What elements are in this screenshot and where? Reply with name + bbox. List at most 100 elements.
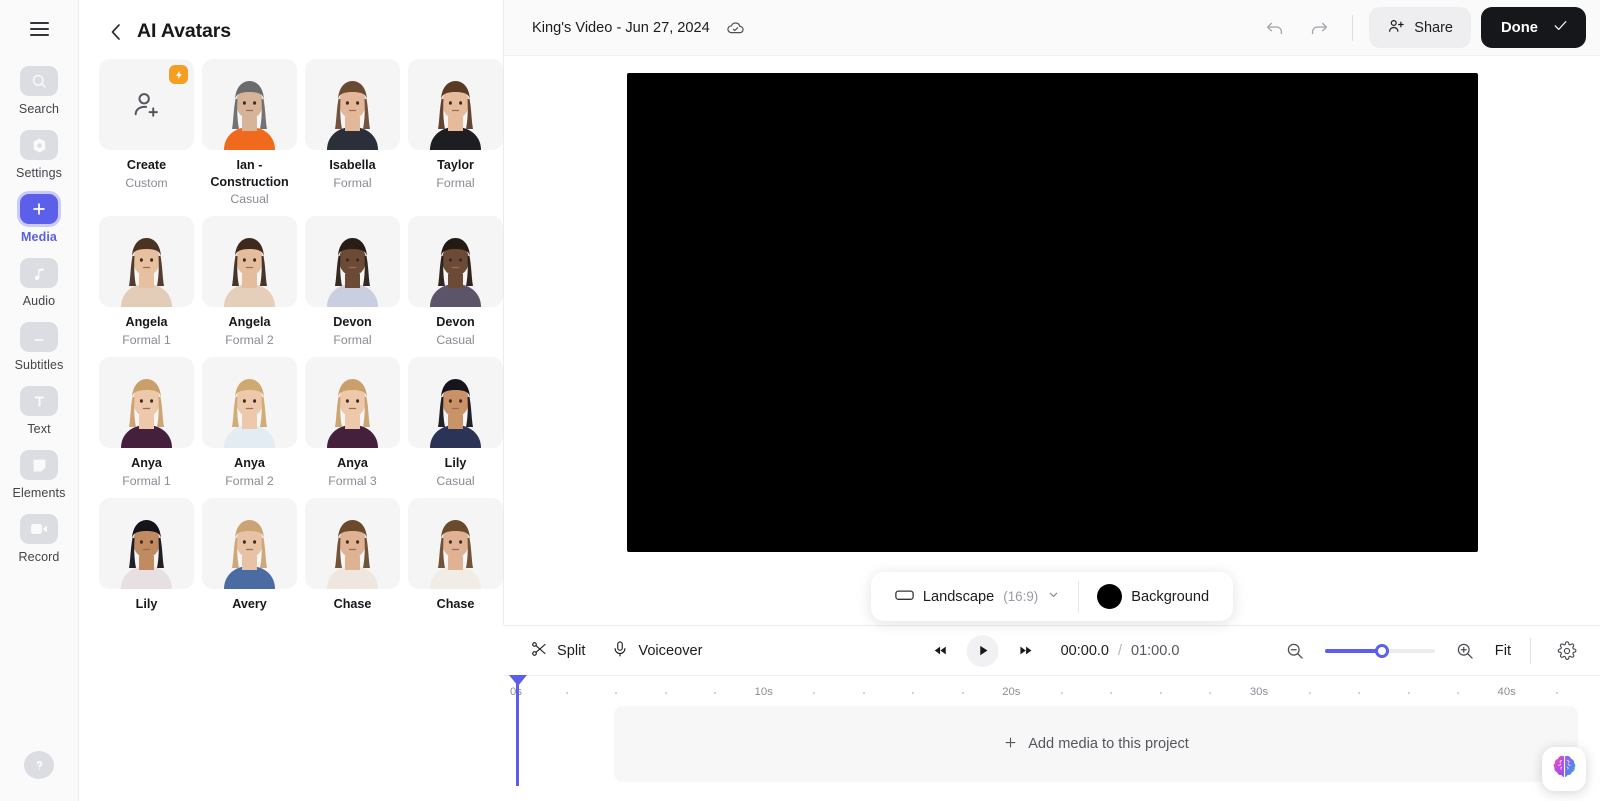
plus-icon xyxy=(1003,735,1018,754)
rectangle-icon xyxy=(895,588,914,606)
avatar-card[interactable]: Chase xyxy=(305,498,400,614)
zoom-slider[interactable] xyxy=(1324,643,1435,658)
avatar-thumbnail xyxy=(202,216,297,308)
avatar-thumbnail xyxy=(305,498,400,590)
avatar-card[interactable]: Chase xyxy=(408,498,503,614)
playhead[interactable] xyxy=(508,675,527,786)
hamburger-icon[interactable] xyxy=(22,12,56,46)
rail-item-search[interactable]: Search xyxy=(0,58,79,122)
avatar-name: Angela xyxy=(228,315,271,330)
avatar-card[interactable]: Create Custom xyxy=(99,59,194,208)
ruler-tick xyxy=(664,692,667,694)
fit-button[interactable]: Fit xyxy=(1495,643,1511,659)
ruler-label: 40s xyxy=(1497,686,1516,698)
rail-item-audio[interactable]: Audio xyxy=(0,250,79,314)
avatar-card[interactable]: Devon Casual xyxy=(408,216,503,349)
ruler-tick xyxy=(565,692,568,694)
avatar-thumbnail xyxy=(202,498,297,590)
avatar-thumbnail xyxy=(99,498,194,590)
avatar-card[interactable]: Avery xyxy=(202,498,297,614)
chevron-down-icon xyxy=(1047,588,1060,605)
ruler-tick xyxy=(862,692,865,694)
avatar-caption: Devon Casual xyxy=(408,314,503,349)
left-rail: Search Settings Media Audio Subtitles Text Ele… xyxy=(0,0,79,801)
avatar-thumbnail xyxy=(408,357,503,449)
share-label: Share xyxy=(1414,19,1453,36)
playhead-handle[interactable] xyxy=(508,675,527,686)
avatar-name: Anya xyxy=(131,456,162,471)
zoom-slider-knob[interactable] xyxy=(1374,643,1389,658)
cloud-check-icon xyxy=(726,18,745,37)
avatar-caption: Angela Formal 1 xyxy=(99,314,194,349)
back-button[interactable] xyxy=(107,23,125,41)
share-button[interactable]: Share xyxy=(1369,7,1471,48)
main-area: King's Video - Jun 27, 2024 Share Done L… xyxy=(504,0,1600,801)
rail-item-text[interactable]: Text xyxy=(0,378,79,442)
aspect-ratio-selector[interactable]: Landscape (16:9) xyxy=(877,577,1078,617)
avatar-thumbnail xyxy=(305,216,400,308)
avatar-card[interactable]: Ian - Construction Casual xyxy=(202,59,297,208)
avatar-caption: Lily Casual xyxy=(408,455,503,490)
avatar-thumbnail xyxy=(99,216,194,308)
ai-avatars-panel: AI Avatars Create Custom Ian - Constructio… xyxy=(79,0,504,625)
avatar-card[interactable]: Lily xyxy=(99,498,194,614)
undo-button[interactable] xyxy=(1258,11,1292,45)
avatar-style: Casual xyxy=(436,473,475,488)
ruler-label: 20s xyxy=(1002,686,1021,698)
timeline-ruler[interactable]: 0s10s20s30s40s50s1m xyxy=(504,675,1600,786)
avatar-name: Avery xyxy=(232,597,267,612)
zoom-out-icon[interactable] xyxy=(1278,634,1312,668)
ruler-tick xyxy=(1556,692,1559,694)
rail-item-media[interactable]: Media xyxy=(0,186,79,250)
rail-item-subtitles[interactable]: Subtitles xyxy=(0,314,79,378)
avatar-name: Taylor xyxy=(437,158,474,172)
help-button[interactable] xyxy=(24,751,54,779)
avatar-card[interactable]: Taylor Formal xyxy=(408,59,503,208)
ruler-tick xyxy=(912,692,915,694)
rewind-button[interactable] xyxy=(925,636,955,666)
ruler-tick xyxy=(1407,692,1410,694)
project-title[interactable]: King's Video - Jun 27, 2024 xyxy=(532,20,710,36)
avatar-name: Devon xyxy=(333,315,372,330)
avatar-card[interactable]: Anya Formal 2 xyxy=(202,357,297,490)
ruler-tick xyxy=(1457,692,1460,694)
avatar-card[interactable]: Devon Formal xyxy=(305,216,400,349)
video-canvas[interactable] xyxy=(626,73,1478,552)
ruler-tick xyxy=(813,692,816,694)
avatar-card[interactable]: Lily Casual xyxy=(408,357,503,490)
ruler-tick xyxy=(714,692,717,694)
avatar-caption: Anya Formal 2 xyxy=(202,455,297,490)
fast-forward-button[interactable] xyxy=(1011,636,1041,666)
avatar-card[interactable]: Angela Formal 2 xyxy=(202,216,297,349)
rail-item-record[interactable]: Record xyxy=(0,506,79,570)
zoom-in-icon[interactable] xyxy=(1448,634,1482,668)
avatar-name: Chase xyxy=(333,597,372,612)
rail-items: Search Settings Media Audio Subtitles Text Ele… xyxy=(0,58,79,570)
split-button[interactable]: Split xyxy=(530,640,585,662)
done-button[interactable]: Done xyxy=(1481,7,1586,48)
avatar-caption: Taylor Formal xyxy=(408,157,503,192)
timeline-toolbar: Split Voiceover 00:00.0 / 01:00.0 Fit xyxy=(504,626,1600,676)
search-icon xyxy=(20,66,58,96)
avatar-style: Formal 3 xyxy=(328,473,377,488)
ai-assistant-button[interactable] xyxy=(1542,747,1586,791)
avatar-name: Anya xyxy=(234,456,265,471)
add-media-track[interactable]: Add media to this project xyxy=(614,706,1578,782)
avatar-thumbnail xyxy=(408,498,503,590)
play-button[interactable] xyxy=(966,634,999,667)
avatar-card[interactable]: Angela Formal 1 xyxy=(99,216,194,349)
toolbar-divider xyxy=(1352,14,1354,41)
avatar-caption: Lily xyxy=(99,596,194,613)
gear-icon[interactable] xyxy=(1550,634,1584,668)
elements-icon xyxy=(20,450,58,480)
avatar-card[interactable]: Anya Formal 3 xyxy=(305,357,400,490)
rail-item-elements[interactable]: Elements xyxy=(0,442,79,506)
redo-button[interactable] xyxy=(1302,11,1336,45)
avatar-card[interactable]: Anya Formal 1 xyxy=(99,357,194,490)
rail-item-settings[interactable]: Settings xyxy=(0,122,79,186)
ruler-tick xyxy=(1159,692,1162,694)
voiceover-button[interactable]: Voiceover xyxy=(611,640,702,662)
avatar-name: Ian - Construction xyxy=(210,158,289,189)
background-selector[interactable]: Background xyxy=(1079,577,1227,617)
avatar-card[interactable]: Isabella Formal xyxy=(305,59,400,208)
